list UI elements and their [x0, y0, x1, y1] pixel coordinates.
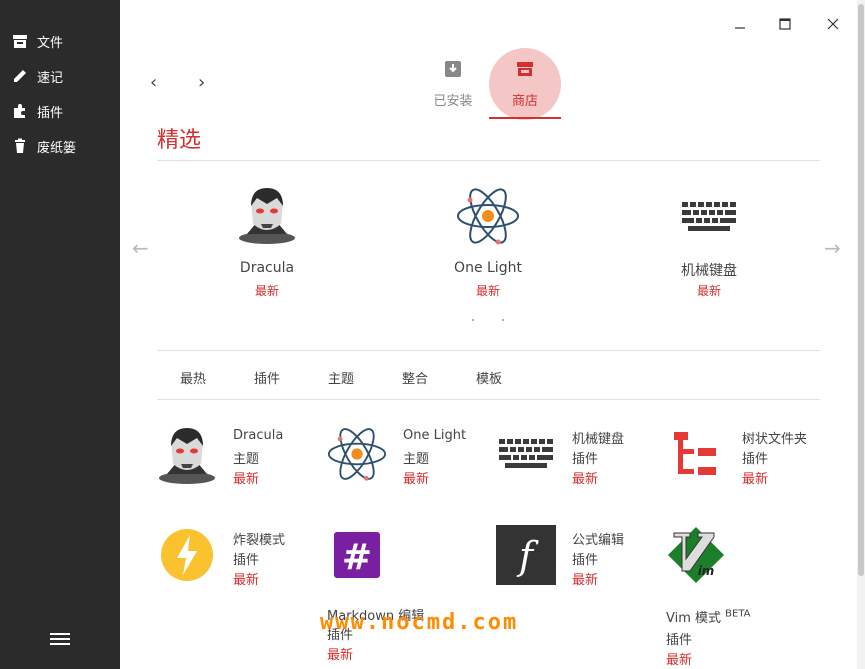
svg-text:im: im: [698, 564, 715, 578]
trash-icon: [15, 138, 25, 153]
carousel-next-button[interactable]: →: [824, 236, 841, 260]
divider: [157, 350, 820, 351]
atom-icon: [327, 428, 387, 481]
plugin-card-formula[interactable]: f 公式编辑 插件 最新: [496, 525, 656, 605]
scrollbar-thumb[interactable]: [858, 4, 864, 576]
plugin-tag: 最新: [572, 573, 599, 588]
sidebar: 文件 速记 插件 废纸篓: [0, 0, 120, 669]
archive-icon: [13, 35, 27, 48]
featured-title: 精选: [157, 128, 202, 153]
tab-installed[interactable]: 已安装: [417, 48, 489, 120]
tree-folder-icon: [674, 432, 716, 475]
plugin-type: 插件: [572, 553, 599, 568]
sidebar-item-label: 插件: [37, 105, 64, 121]
plugin-tag: 最新: [403, 472, 430, 487]
back-button[interactable]: ‹: [150, 72, 157, 93]
maximize-icon[interactable]: [777, 16, 793, 32]
plugin-type: 主题: [233, 452, 260, 467]
active-tab-underline: [489, 117, 561, 119]
plugin-type: 插件: [233, 553, 260, 568]
sidebar-item-files[interactable]: 文件: [12, 29, 63, 53]
plugin-name: One Light: [403, 428, 467, 443]
featured-item-tag: 最新: [475, 284, 500, 298]
pencil-icon: [14, 70, 26, 82]
plugin-card-power-mode[interactable]: 炸裂模式 插件 最新: [157, 525, 317, 605]
minimize-icon[interactable]: [732, 16, 748, 32]
category-integrations[interactable]: 整合: [402, 368, 428, 387]
sidebar-item-label: 文件: [37, 35, 64, 51]
divider: [157, 160, 820, 161]
featured-item-name: Dracula: [239, 260, 295, 276]
plugin-tag: 最新: [233, 573, 260, 588]
plugin-tag: 最新: [327, 648, 354, 663]
featured-item-name: One Light: [454, 260, 522, 276]
plugin-name: 树状文件夹: [742, 432, 808, 447]
hash-icon: #: [334, 532, 380, 578]
sidebar-item-notes[interactable]: 速记: [12, 64, 63, 88]
featured-item-name: 机械键盘: [681, 263, 737, 279]
featured-item-tag: 最新: [254, 284, 279, 298]
plugin-name-text: Vim 模式: [666, 611, 722, 626]
store-icon: [517, 62, 533, 76]
plugin-type: 插件: [742, 452, 769, 467]
divider: [157, 399, 820, 400]
tab-store[interactable]: 商店: [489, 48, 561, 120]
forward-button[interactable]: ›: [198, 72, 205, 93]
plugin-type: 主题: [403, 452, 430, 467]
sidebar-item-label: 废纸篓: [37, 140, 77, 156]
carousel-dot[interactable]: [502, 319, 504, 321]
puzzle-icon: [14, 104, 25, 118]
plugin-card-one-light[interactable]: One Light 主题 最新: [327, 424, 487, 504]
dracula-icon: [239, 188, 295, 244]
close-icon[interactable]: [825, 16, 841, 32]
carousel-prev-button[interactable]: ←: [132, 236, 149, 260]
tab-label: 已安装: [433, 94, 473, 109]
plugin-card-dracula[interactable]: Dracula 主题 最新: [157, 424, 317, 504]
category-templates[interactable]: 模板: [476, 368, 502, 387]
inbox-download-icon: [445, 61, 461, 77]
plugin-type: 插件: [666, 633, 693, 648]
tab-label: 商店: [511, 94, 538, 109]
featured-item-tag: 最新: [696, 284, 721, 298]
sidebar-item-label: 速记: [37, 70, 64, 86]
vim-icon: im: [668, 527, 724, 583]
plugin-card-keyboard[interactable]: 机械键盘 插件 最新: [496, 424, 656, 504]
lightning-icon: [161, 529, 213, 581]
keyboard-icon: [682, 202, 736, 231]
plugin-name: Vim 模式 BETA: [666, 607, 751, 626]
plugin-tag: 最新: [233, 472, 260, 487]
plugin-name: 公式编辑: [572, 533, 625, 548]
plugin-tag: 最新: [572, 472, 599, 487]
dracula-icon: [159, 428, 215, 484]
svg-text:#: #: [342, 537, 372, 578]
plugin-card-tree-folder[interactable]: 树状文件夹 插件 最新: [666, 424, 826, 504]
plugin-tag: 最新: [666, 653, 693, 668]
plugin-card-vim[interactable]: im Vim 模式 BETA 插件 最新: [666, 525, 826, 668]
sidebar-item-trash[interactable]: 废纸篓: [12, 134, 76, 158]
category-hot[interactable]: 最热: [180, 368, 206, 387]
category-themes[interactable]: 主题: [328, 368, 354, 387]
keyboard-icon: [499, 439, 553, 468]
plugin-name: Dracula: [233, 428, 284, 443]
plugin-tag: 最新: [742, 472, 769, 487]
category-plugins[interactable]: 插件: [254, 368, 280, 387]
watermark-text: www.nocmd.com: [320, 610, 519, 635]
function-icon: f: [496, 525, 556, 585]
hamburger-menu-icon[interactable]: [50, 630, 70, 648]
atom-icon: [457, 188, 519, 245]
plugin-card-markdown[interactable]: # Markdown 编辑 插件 最新: [327, 525, 487, 665]
plugin-name: 机械键盘: [572, 432, 625, 447]
plugin-name: 炸裂模式: [233, 533, 286, 548]
beta-badge: BETA: [725, 608, 751, 620]
sidebar-item-plugins[interactable]: 插件: [12, 99, 63, 123]
carousel-dot[interactable]: [472, 319, 474, 321]
plugin-type: 插件: [572, 452, 599, 467]
